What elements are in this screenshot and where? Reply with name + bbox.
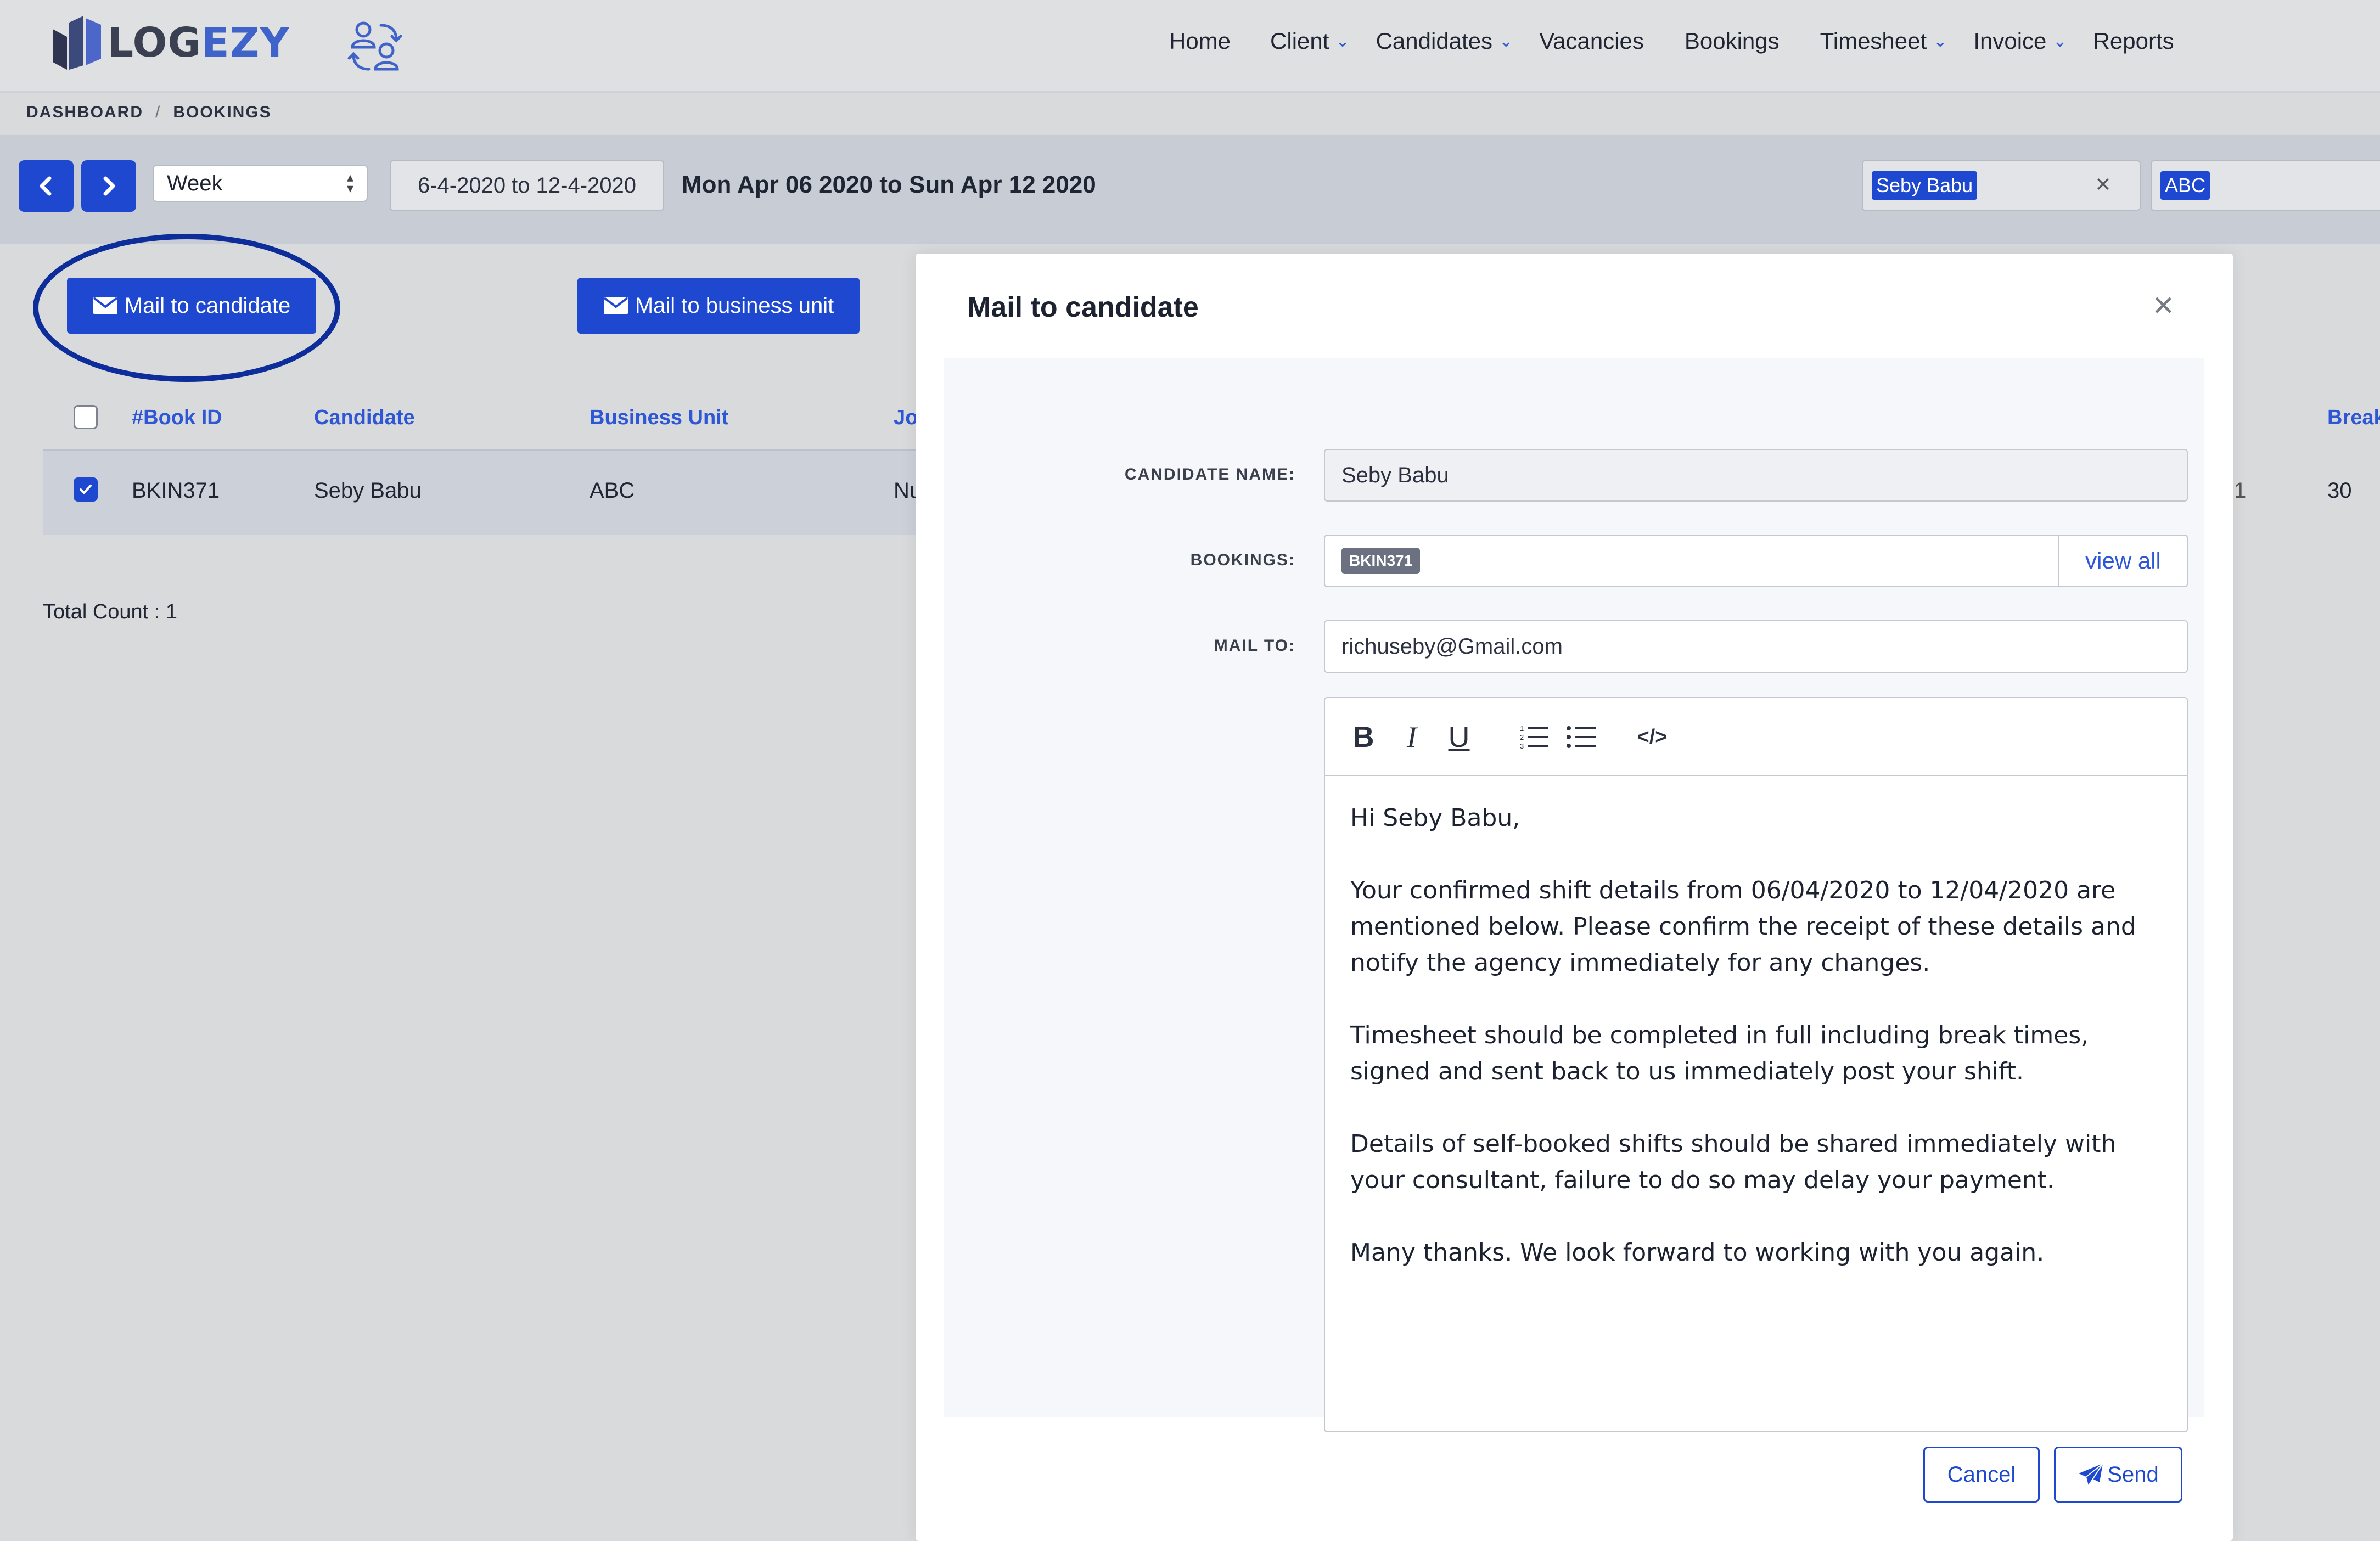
top-navbar: LOGEZY Home Client ⌄ Candidates ⌄ Vacancie… — [0, 0, 2380, 93]
nav-timesheet[interactable]: Timesheet ⌄ — [1820, 28, 1947, 54]
chevron-down-icon: ⌄ — [1335, 32, 1350, 50]
booking-tag: BKIN371 — [1341, 548, 1421, 574]
previous-week-button[interactable] — [19, 160, 74, 212]
email-paragraph: Your confirmed shift details from 06/04/… — [1350, 876, 2136, 977]
header-job[interactable]: Jo — [894, 406, 918, 430]
breadcrumb-bookings: BOOKINGS — [173, 103, 272, 121]
view-all-button[interactable]: view all — [2058, 535, 2188, 587]
nav-candidates[interactable]: Candidates ⌄ — [1376, 28, 1513, 54]
email-paragraph: Timesheet should be completed in full in… — [1350, 1021, 2089, 1086]
nav-reports[interactable]: Reports — [2093, 28, 2174, 54]
paper-plane-icon — [2079, 1463, 2104, 1486]
chevron-left-icon — [40, 176, 52, 196]
chevron-down-icon: ⌄ — [1499, 32, 1513, 50]
header-business-unit[interactable]: Business Unit — [590, 406, 728, 430]
bookings-label: BOOKINGS: — [1190, 551, 1295, 569]
modal-title: Mail to candidate — [967, 291, 1199, 323]
close-icon[interactable]: × — [2153, 286, 2174, 323]
ordered-list-button[interactable]: 123 — [1515, 718, 1553, 756]
total-count: Total Count : 1 — [43, 600, 178, 623]
cell-break: 30 — [2327, 479, 2352, 503]
email-paragraph: Details of self-booked shifts should be … — [1350, 1130, 2117, 1194]
checkmark-icon — [80, 485, 92, 494]
email-body[interactable]: Hi Seby Babu, Your confirmed shift detai… — [1350, 800, 2174, 1307]
business-unit-filter[interactable]: ABC — [2151, 160, 2380, 211]
bookings-field[interactable]: BKIN371 view all — [1324, 535, 2188, 587]
nav-vacancies[interactable]: Vacancies — [1539, 28, 1644, 54]
highlight-ring — [33, 234, 340, 382]
mail-to-business-unit-button[interactable]: Mail to business unit — [577, 278, 860, 334]
candidate-name-label: CANDIDATE NAME: — [1124, 465, 1295, 483]
breadcrumb-dashboard[interactable]: DASHBOARD — [26, 103, 143, 121]
date-range-input[interactable]: 6-4-2020 to 12-4-2020 — [390, 160, 664, 211]
chevron-down-icon: ⌄ — [1933, 32, 1947, 50]
switch-user-icon[interactable] — [345, 16, 405, 77]
clear-candidate-icon[interactable]: × — [2096, 169, 2110, 199]
svg-text:1: 1 — [1520, 724, 1524, 733]
bold-button[interactable]: B — [1347, 718, 1380, 756]
period-select[interactable]: Week ▴ ▾ — [153, 165, 368, 202]
nav-invoice[interactable]: Invoice ⌄ — [1973, 28, 2067, 54]
envelope-icon — [603, 297, 628, 314]
candidate-filter[interactable]: Seby Babu × — [1862, 160, 2141, 211]
editor-toolbar: B I U 123 </> — [1325, 698, 2187, 776]
svg-text:2: 2 — [1520, 733, 1524, 741]
email-greeting: Hi Seby Babu, — [1350, 804, 1520, 832]
header-book-id[interactable]: #Book ID — [132, 406, 222, 430]
mail-to-field[interactable]: richuseby@Gmail.com — [1324, 620, 2188, 673]
nav-client[interactable]: Client ⌄ — [1270, 28, 1350, 54]
send-button[interactable]: Send — [2054, 1447, 2182, 1503]
ordered-list-icon: 123 — [1520, 724, 1548, 750]
breadcrumb: DASHBOARD / BOOKINGS — [26, 103, 272, 122]
period-select-value: Week — [167, 171, 223, 195]
logo-text-accent: EZY — [201, 19, 290, 66]
cancel-button[interactable]: Cancel — [1923, 1447, 2040, 1503]
select-all-checkbox[interactable] — [74, 405, 98, 429]
mail-to-label: MAIL TO: — [1214, 637, 1295, 655]
header-candidate[interactable]: Candidate — [314, 406, 415, 430]
modal-body: CANDIDATE NAME: Seby Babu BOOKINGS: BKIN… — [944, 358, 2204, 1432]
business-unit-chip: ABC — [2160, 171, 2210, 200]
bullet-list-icon — [1567, 726, 1596, 748]
cell-book-id: BKIN371 — [132, 479, 220, 503]
email-closing: Many thanks. We look forward to working … — [1350, 1239, 2045, 1267]
cell-business-unit: ABC — [590, 479, 635, 503]
nav-home[interactable]: Home — [1169, 28, 1231, 54]
row-checkbox[interactable] — [74, 477, 98, 502]
bullet-list-button[interactable] — [1562, 718, 1601, 756]
mail-to-candidate-modal: Mail to candidate × CANDIDATE NAME: Seby… — [916, 254, 2233, 1541]
header-break[interactable]: Break — [2327, 406, 2380, 430]
logezy-logo[interactable]: LOGEZY — [48, 10, 290, 76]
svg-text:3: 3 — [1520, 742, 1524, 750]
next-week-button[interactable] — [81, 160, 136, 212]
chevron-right-icon — [103, 176, 115, 196]
breadcrumb-separator: / — [155, 103, 161, 121]
candidate-chip: Seby Babu — [1872, 171, 1978, 200]
italic-button[interactable]: I — [1395, 718, 1428, 756]
cell-candidate: Seby Babu — [314, 479, 422, 503]
code-view-button[interactable]: </> — [1630, 718, 1674, 756]
select-arrows-icon: ▴ ▾ — [346, 170, 353, 196]
logo-text-main: LOG — [108, 19, 202, 66]
underline-button[interactable]: U — [1442, 718, 1475, 756]
main-nav: Home Client ⌄ Candidates ⌄ Vacancies Booki… — [1169, 22, 2174, 60]
nav-bookings[interactable]: Bookings — [1685, 28, 1780, 54]
cell-partial: 1 — [2234, 479, 2247, 503]
candidate-name-field[interactable]: Seby Babu — [1324, 449, 2188, 502]
chevron-down-icon: ⌄ — [2053, 32, 2067, 50]
logo-mark-icon — [53, 16, 101, 70]
rich-text-editor[interactable]: B I U 123 </> Hi Seby Babu, Your confirm… — [1324, 697, 2188, 1432]
period-text: Mon Apr 06 2020 to Sun Apr 12 2020 — [682, 171, 1096, 198]
